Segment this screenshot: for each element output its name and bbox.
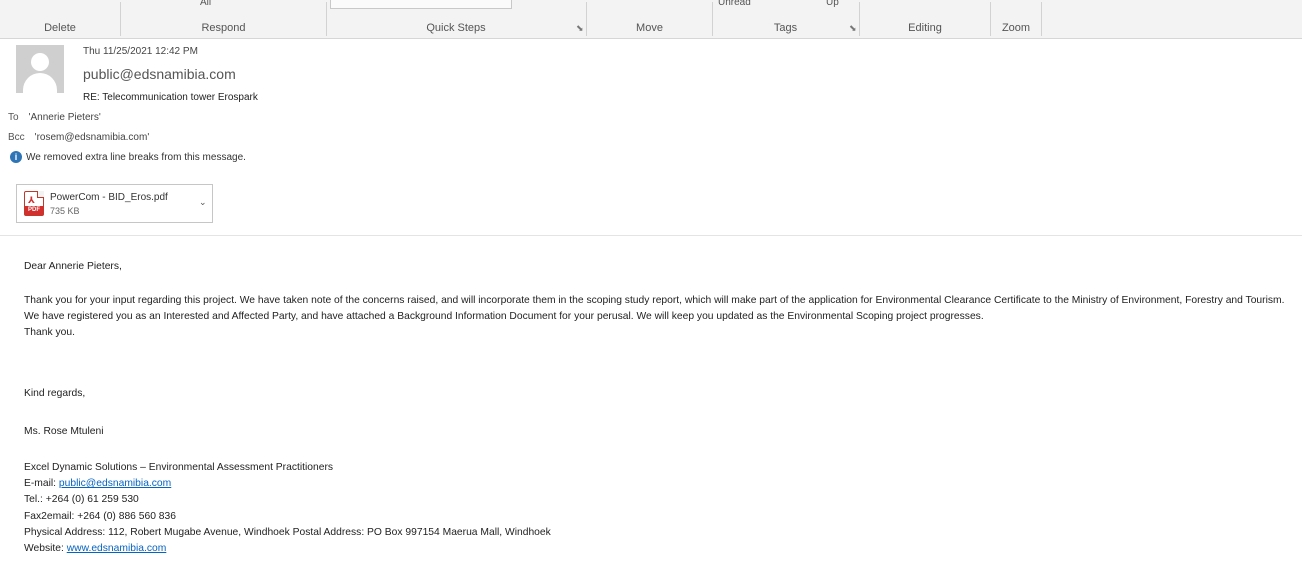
avatar-head-icon bbox=[31, 53, 49, 71]
ribbon-fragment-up: Up bbox=[826, 0, 839, 8]
pdf-acrobat-glyph-icon: ⅄ bbox=[28, 195, 35, 205]
body-paragraph: We have registered you as an Interested … bbox=[24, 311, 984, 322]
signature-fax: Fax2email: +264 (0) 886 560 836 bbox=[24, 510, 176, 522]
info-text: We removed extra line breaks from this m… bbox=[26, 151, 246, 163]
email-signature: Excel Dynamic Solutions – Environmental … bbox=[24, 460, 551, 557]
signature-tel: Tel.: +264 (0) 61 259 530 bbox=[24, 494, 139, 506]
signature-company: Excel Dynamic Solutions – Environmental … bbox=[24, 462, 334, 473]
to-line: To 'Annerie Pieters' bbox=[8, 112, 101, 123]
header-divider bbox=[0, 235, 1302, 236]
ribbon-group-editing: Editing bbox=[908, 22, 942, 34]
signature-email-link[interactable]: public@edsnamibia.com bbox=[59, 478, 171, 489]
avatar-body-icon bbox=[23, 73, 57, 93]
sender-address[interactable]: public@edsnamibia.com bbox=[83, 66, 236, 82]
body-paragraph: Thank you for your input regarding this … bbox=[24, 295, 1285, 306]
quick-steps-launcher-icon[interactable]: ⬊ bbox=[576, 23, 584, 34]
ribbon-separator bbox=[1041, 2, 1042, 36]
ribbon-group-zoom: Zoom bbox=[1001, 22, 1031, 34]
body-signer: Ms. Rose Mtuleni bbox=[24, 424, 1294, 440]
info-bar[interactable]: i We removed extra line breaks from this… bbox=[10, 151, 246, 163]
ribbon-group-quick-steps: Quick Steps bbox=[426, 22, 486, 34]
body-paragraph: Thank you. bbox=[24, 327, 75, 338]
message-subject: RE: Telecommunication tower Erospark bbox=[83, 92, 258, 103]
info-icon: i bbox=[10, 151, 22, 163]
body-greeting: Dear Annerie Pieters, bbox=[24, 259, 1294, 275]
closing-text: Kind regards, bbox=[24, 388, 86, 399]
ribbon-group-respond: Respond bbox=[201, 22, 246, 34]
bcc-line: Bcc 'rosem@edsnamibia.com' bbox=[8, 132, 149, 143]
body-closing: Kind regards, bbox=[24, 386, 1294, 402]
ribbon-group-tags: Tags bbox=[773, 22, 798, 34]
greeting-text: Dear Annerie Pieters, bbox=[24, 261, 122, 272]
bcc-recipient[interactable]: 'rosem@edsnamibia.com' bbox=[35, 132, 150, 143]
ribbon-group-move: Move bbox=[636, 22, 663, 34]
signer-name: Ms. Rose Mtuleni bbox=[24, 426, 104, 437]
sender-avatar[interactable] bbox=[16, 45, 64, 93]
ribbon-fragment-all: All bbox=[200, 0, 212, 8]
ribbon-control-fragment[interactable] bbox=[330, 0, 512, 9]
pdf-file-icon: ⅄ PDF bbox=[24, 191, 44, 216]
signature-website-label: Website: bbox=[24, 543, 67, 555]
to-recipient[interactable]: 'Annerie Pieters' bbox=[29, 112, 101, 123]
tags-launcher-icon[interactable]: ⬊ bbox=[849, 23, 857, 34]
pdf-badge: PDF bbox=[25, 206, 43, 215]
to-label: To bbox=[8, 112, 19, 123]
body-paragraphs: Thank you for your input regarding this … bbox=[24, 293, 1294, 341]
signature-email-label: E-mail: bbox=[24, 478, 59, 490]
ribbon-group-labels: All Unread Up Delete Respond Quick Steps… bbox=[0, 0, 1302, 39]
signature-website-row: Website: www.edsnamibia.com bbox=[24, 541, 551, 557]
signature-website-link[interactable]: www.edsnamibia.com bbox=[67, 543, 167, 554]
ribbon-group-delete: Delete bbox=[44, 22, 76, 34]
attachment-card[interactable]: ⅄ PDF PowerCom - BID_Eros.pdf 735 KB ⌄ bbox=[16, 184, 213, 223]
chevron-down-icon[interactable]: ⌄ bbox=[199, 197, 207, 208]
message-datetime: Thu 11/25/2021 12:42 PM bbox=[83, 46, 198, 57]
signature-address: Physical Address: 112, Robert Mugabe Ave… bbox=[24, 526, 551, 538]
bcc-label: Bcc bbox=[8, 132, 25, 143]
attachment-size: 735 KB bbox=[50, 206, 80, 216]
pdf-fold-icon bbox=[37, 191, 44, 198]
ribbon-fragment-unread: Unread bbox=[718, 0, 751, 8]
attachment-name: PowerCom - BID_Eros.pdf bbox=[50, 192, 168, 203]
signature-email-row: E-mail: public@edsnamibia.com bbox=[24, 476, 551, 492]
